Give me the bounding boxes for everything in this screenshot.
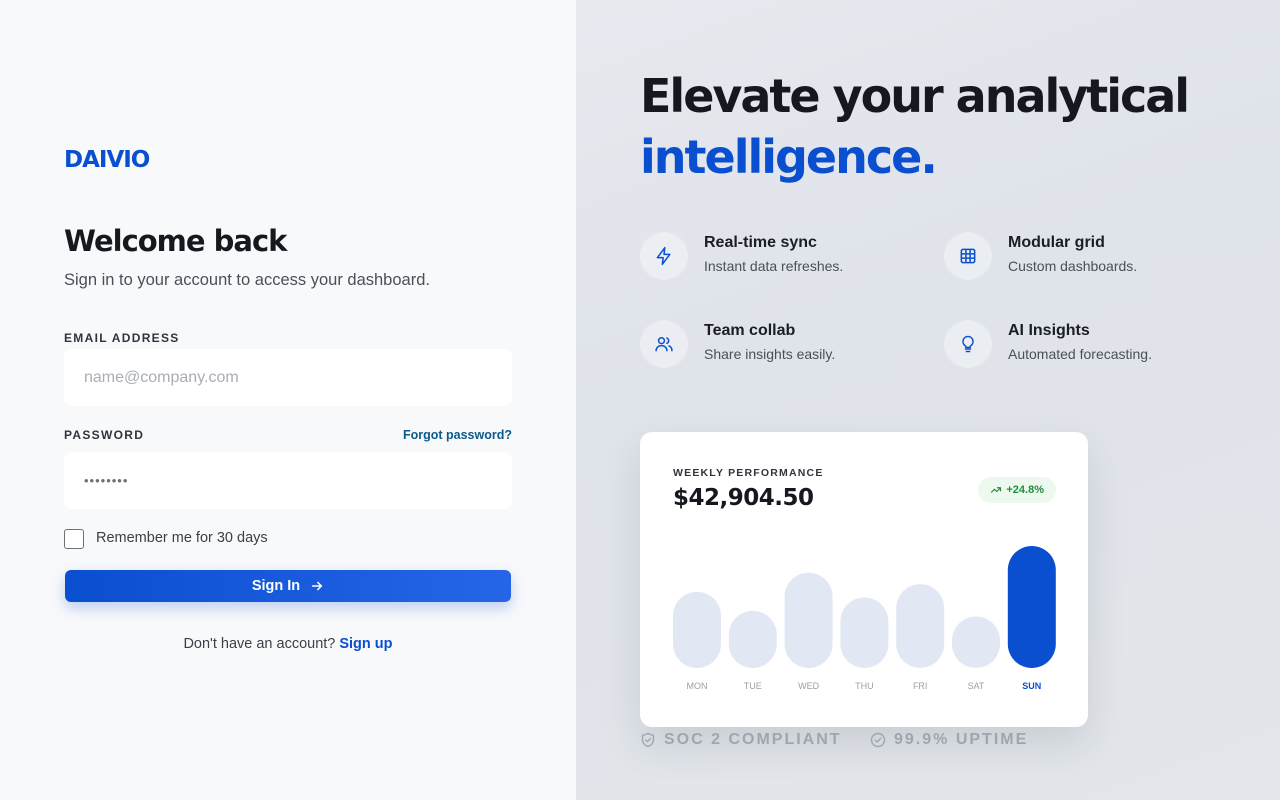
feature-desc: Instant data refreshes. — [704, 258, 844, 274]
email-field[interactable] — [64, 349, 512, 406]
bar-mon — [673, 591, 721, 668]
feature-title: Modular grid — [1008, 234, 1105, 251]
bar-sun — [1007, 546, 1056, 668]
weekly-bar-chart: MON TUE WED THU FRI SAT SUN — [673, 546, 1056, 691]
soc-badge: SOC 2 COMPLIANT — [640, 729, 842, 751]
brand-logo[interactable]: DAIVIO — [64, 147, 150, 173]
feature-modular-grid: Modular grid Custom dashboards. — [944, 232, 1204, 282]
remember-checkbox[interactable] — [64, 529, 84, 549]
password-label: PASSWORD — [64, 428, 145, 442]
marketing-panel: Elevate your analytical intelligence. Re… — [576, 0, 1280, 800]
signup-row: Don't have an account? Sign up — [0, 636, 576, 652]
password-field[interactable] — [64, 452, 512, 509]
page-title: Welcome back — [64, 224, 287, 258]
page-subtitle: Sign in to your account to access your d… — [64, 271, 430, 289]
feature-ai-insights: AI Insights Automated forecasting. — [944, 320, 1204, 370]
email-label: EMAIL ADDRESS — [64, 331, 180, 345]
bar-thu — [840, 597, 889, 668]
users-icon — [640, 320, 688, 368]
feature-desc: Custom dashboards. — [1008, 258, 1138, 274]
tick-label-thu: THU — [855, 681, 874, 691]
tick-label-wed: WED — [798, 681, 819, 691]
hero-headline: Elevate your analytical intelligence. — [640, 66, 1190, 188]
tick-label-fri: FRI — [913, 681, 928, 691]
lightbulb-icon — [944, 320, 992, 368]
forgot-password-link[interactable]: Forgot password? — [403, 428, 512, 442]
soc-label: SOC 2 COMPLIANT — [664, 731, 842, 748]
tick-label-tue: TUE — [744, 681, 762, 691]
headline-line-1: Elevate your analytical — [640, 69, 1190, 123]
remember-label[interactable]: Remember me for 30 days — [96, 530, 268, 546]
feature-realtime-sync: Real-time sync Instant data refreshes. — [640, 232, 900, 282]
feature-title: Real-time sync — [704, 234, 817, 251]
uptime-badge: 99.9% UPTIME — [870, 729, 1028, 751]
sign-in-label: Sign In — [251, 578, 301, 594]
bar-fri — [896, 584, 945, 668]
uptime-label: 99.9% UPTIME — [894, 731, 1029, 748]
bar-wed — [784, 572, 833, 668]
tick-label-mon: MON — [687, 681, 708, 691]
grid-icon — [944, 232, 992, 280]
tick-label-sun: SUN — [1022, 681, 1041, 691]
feature-title: Team collab — [704, 322, 796, 339]
weekly-performance-card: WEEKLY PERFORMANCE $42,904.50 +24.8% MON… — [640, 432, 1088, 727]
check-circle-icon — [870, 732, 886, 748]
tick-label-sat: SAT — [968, 681, 985, 691]
feature-desc: Share insights easily. — [704, 346, 836, 362]
arrow-right-icon — [312, 581, 323, 591]
feature-title: AI Insights — [1008, 322, 1090, 339]
bar-tue — [728, 610, 777, 668]
sign-in-button[interactable]: Sign In — [65, 570, 511, 602]
feature-desc: Automated forecasting. — [1008, 346, 1152, 362]
feature-team-collab: Team collab Share insights easily. — [640, 320, 900, 370]
bar-sat — [952, 616, 1000, 668]
signup-prompt: Don't have an account? — [183, 636, 336, 652]
headline-line-2: intelligence. — [640, 130, 938, 184]
shield-icon — [641, 732, 655, 748]
login-panel: DAIVIO Welcome back Sign in to your acco… — [0, 0, 576, 800]
sign-up-link[interactable]: Sign up — [339, 636, 392, 652]
lightning-icon — [640, 232, 688, 280]
